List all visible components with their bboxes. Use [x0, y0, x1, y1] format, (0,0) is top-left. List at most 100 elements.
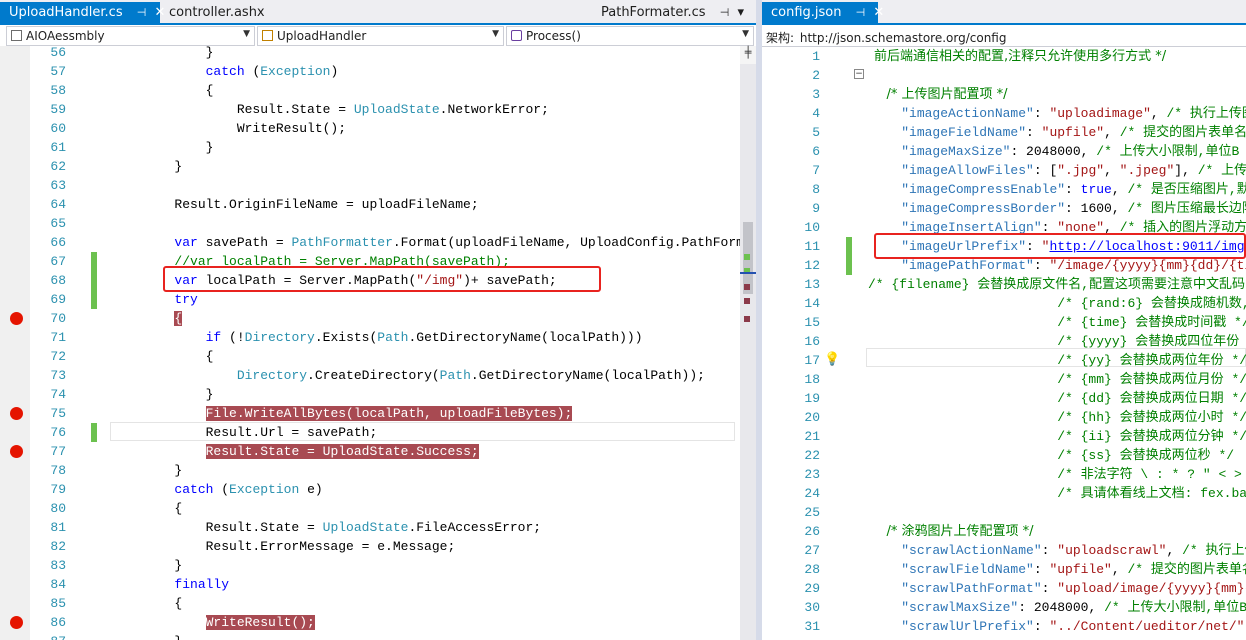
split-view-icon[interactable]: ╪	[740, 46, 756, 64]
class-dropdown[interactable]: UploadHandler ▼	[257, 26, 504, 46]
breakpoint-icon[interactable]	[10, 407, 23, 420]
code-text: "scrawlActionName": "uploadscrawl", /* 执…	[901, 543, 1246, 558]
code-text: }	[112, 159, 183, 174]
code-line: 23 /* 非法字符 \ : * ? " < > | */	[762, 465, 1246, 484]
change-marker	[91, 423, 97, 442]
json-editor[interactable]: − 1 前后端通信相关的配置,注释只允许使用多行方式 */ 2 3 /* 上传图片…	[762, 47, 1246, 640]
lightbulb-icon[interactable]: 💡	[824, 352, 840, 367]
breakpoint-marker	[744, 298, 750, 304]
schema-bar[interactable]: 架构: http://json.schemastore.org/config	[762, 26, 1246, 47]
breakpoint-icon[interactable]	[10, 445, 23, 458]
code-text: finally	[112, 577, 230, 592]
code-text: {	[174, 311, 183, 326]
code-text: /* {ss} 会替换成两位秒 */	[870, 448, 1235, 463]
breakpoint-icon[interactable]	[10, 616, 23, 629]
code-text: /* {mm} 会替换成两位月份 */	[870, 372, 1246, 387]
code-editor[interactable]: 56 } 57 catch (Exception) 58 { 59 Result…	[0, 46, 740, 640]
code-text: "imageFieldName": "upfile", /* 提交的图片表单名称…	[901, 125, 1246, 140]
code-text: Result.State = UploadState.NetworkError;	[112, 102, 549, 117]
code-line: 30 "scrawlMaxSize": 2048000, /* 上传大小限制,单…	[762, 598, 1246, 617]
tab-label: controller.ashx	[169, 5, 265, 20]
class-icon	[262, 30, 273, 41]
code-text: /* {ii} 会替换成两位分钟 */	[870, 429, 1246, 444]
code-line: 83 }	[50, 558, 183, 573]
code-text: "scrawlFieldName": "upfile", /* 提交的图片表单名…	[901, 562, 1246, 577]
code-text: }	[112, 387, 214, 402]
code-line: 56 }	[0, 46, 740, 62]
code-line: 82 Result.ErrorMessage = e.Message;	[50, 539, 456, 554]
code-line: 65	[50, 216, 66, 231]
code-text: WriteResult();	[112, 121, 347, 136]
tab-label: UploadHandler.cs	[9, 5, 123, 20]
tab-controller[interactable]: controller.ashx	[160, 2, 300, 24]
code-line: 25	[804, 505, 820, 520]
pin-icon[interactable]: ⊣	[137, 6, 147, 19]
code-line: 66 var savePath = PathFormatter.Format(u…	[0, 233, 740, 252]
change-marker	[91, 290, 97, 309]
project-dropdown[interactable]: AIOAessmbly ▼	[6, 26, 255, 46]
code-text: {	[112, 83, 214, 98]
code-text: Result.State = UploadState.Success;	[205, 444, 479, 459]
breakpoint-marker	[744, 316, 750, 322]
method-dropdown[interactable]: Process() ▼	[506, 26, 754, 46]
code-line: 57 catch (Exception)	[50, 64, 339, 79]
code-line: 24 /* 具请体看线上文档: fex.baidu.com/ueditor/#u…	[762, 484, 1246, 503]
code-line: 3 /* 上传图片配置项 */	[812, 87, 1008, 102]
breakpoint-icon[interactable]	[10, 312, 23, 325]
breakpoint-marker	[744, 284, 750, 290]
pin-icon[interactable]: ⊣	[856, 6, 866, 19]
change-marker	[91, 252, 97, 271]
code-text: "scrawlUrlPrefix": "../Content/ueditor/n…	[901, 619, 1246, 634]
code-text: Result.ErrorMessage = e.Message;	[112, 539, 456, 554]
code-text: "imageCompressEnable": true, /* 是否压缩图片,默…	[901, 182, 1246, 197]
document-tab-bar: UploadHandler.cs ⊣ ✕ controller.ashx Pat…	[0, 0, 756, 25]
code-text: "imageAllowFiles": [".jpg", ".jpeg"], /*…	[901, 163, 1246, 178]
method-icon	[511, 30, 522, 41]
vertical-scrollbar[interactable]	[740, 46, 756, 640]
code-line: 13/* {filename} 会替换成原文件名,配置这项需要注意中文乱码问题 …	[762, 275, 1246, 294]
code-line: 18 /* {mm} 会替换成两位月份 */	[804, 372, 1246, 387]
code-text: Result.State = UploadState.FileAccessErr…	[112, 520, 542, 535]
project-icon	[11, 30, 22, 41]
code-line: 87 }	[0, 632, 740, 640]
code-line: 77 Result.State = UploadState.Success;	[0, 442, 740, 461]
code-line: 26 /* 涂鸦图片上传配置项 */	[804, 524, 1034, 539]
code-line: 84 finally	[50, 577, 230, 592]
schema-url[interactable]: http://json.schemastore.org/config	[800, 31, 1007, 45]
code-line: 63	[50, 178, 66, 193]
code-line: 7 "imageAllowFiles": [".jpg", ".jpeg"], …	[762, 161, 1246, 180]
code-text: "scrawlMaxSize": 2048000, /* 上传大小限制,单位B …	[901, 600, 1246, 615]
code-line: 5 "imageFieldName": "upfile", /* 提交的图片表单…	[762, 123, 1246, 142]
code-text: }	[112, 632, 182, 640]
chevron-down-icon[interactable]: ▾	[737, 5, 744, 20]
code-line: 73 Directory.CreateDirectory(Path.GetDir…	[50, 368, 705, 383]
code-text: var savePath = PathFormatter.Format(uplo…	[174, 235, 740, 250]
chevron-down-icon: ▼	[742, 29, 749, 39]
code-line: 2	[812, 68, 820, 83]
code-text: File.WriteAllBytes(localPath, uploadFile…	[205, 406, 573, 421]
close-icon[interactable]: ✕	[873, 5, 884, 20]
code-line: 71 if (!Directory.Exists(Path.GetDirecto…	[50, 330, 643, 345]
tab-uploadhandler[interactable]: UploadHandler.cs ⊣ ✕	[0, 2, 165, 24]
code-text: /* 非法字符 \ : * ? " < > | */	[870, 467, 1246, 482]
code-text: Result.Url = savePath;	[112, 425, 378, 440]
code-text: if (!Directory.Exists(Path.GetDirectoryN…	[205, 330, 643, 345]
code-line: 59 Result.State = UploadState.NetworkErr…	[50, 102, 549, 117]
change-marker	[846, 256, 852, 275]
change-marker	[744, 254, 750, 260]
code-line: 74 }	[50, 387, 214, 402]
code-text: Directory.CreateDirectory(Path.GetDirect…	[236, 368, 705, 383]
code-line: 85 {	[50, 596, 183, 611]
code-line: 22 /* {ss} 会替换成两位秒 */	[804, 448, 1235, 463]
tab-config-json[interactable]: config.json ⊣ ✕	[762, 2, 884, 24]
code-line: 14 /* {rand:6} 会替换成随机数,后面的数字是随机数的位数 */	[762, 294, 1246, 313]
tab-pathformater[interactable]: PathFormater.cs ⊣ ▾	[592, 2, 756, 24]
code-text: /* {yyyy} 会替换成四位年份 */	[870, 334, 1246, 349]
code-text: /* {dd} 会替换成两位日期 */	[870, 391, 1246, 406]
code-text: /* 涂鸦图片上传配置项 */	[870, 524, 1034, 539]
code-line: 4 "imageActionName": "uploadimage", /* 执…	[762, 104, 1246, 123]
code-line: 75 File.WriteAllBytes(localPath, uploadF…	[0, 404, 740, 423]
tab-label: PathFormater.cs	[601, 5, 706, 20]
pin-icon[interactable]: ⊣	[720, 6, 730, 19]
code-line: 81 Result.State = UploadState.FileAccess…	[50, 520, 542, 535]
